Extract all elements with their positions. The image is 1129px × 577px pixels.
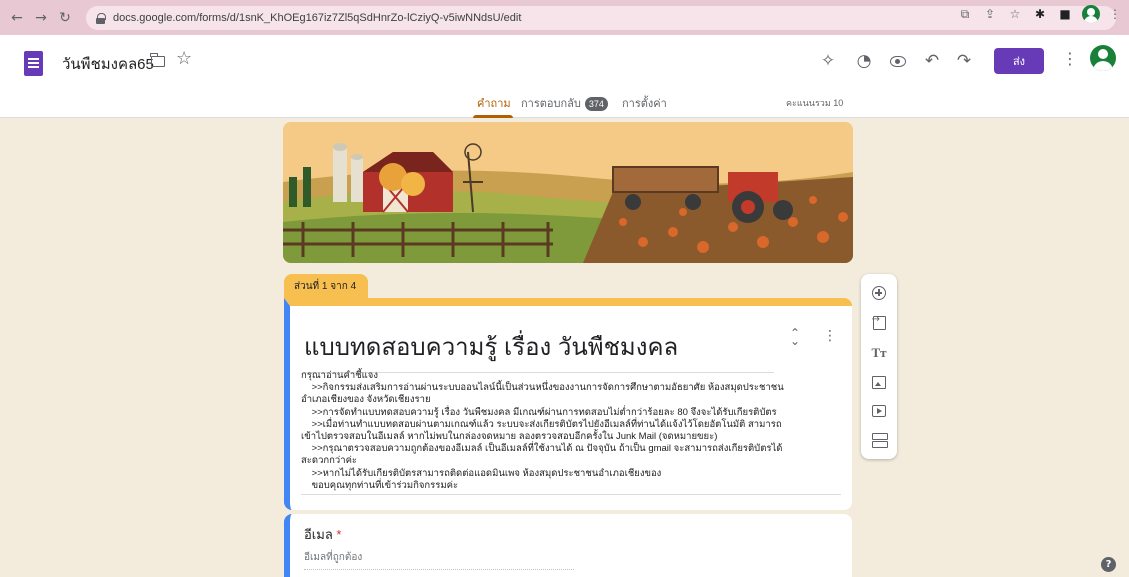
- add-image-button[interactable]: [870, 373, 888, 391]
- translate-icon[interactable]: ⧉: [957, 6, 973, 22]
- description-line: >>กิจกรรมส่งเสริมการอ่านผ่านระบบออนไลน์น…: [301, 382, 784, 394]
- email-question-card[interactable]: อีเมล * อีเมลที่ถูกต้อง: [284, 514, 852, 577]
- preview-button[interactable]: [886, 49, 910, 73]
- required-asterisk: *: [336, 527, 342, 542]
- active-tab-indicator: [473, 115, 513, 118]
- email-field[interactable]: อีเมลที่ถูกต้อง: [304, 550, 574, 570]
- email-label: อีเมล *: [304, 524, 341, 545]
- google-forms-logo-icon[interactable]: [24, 51, 43, 76]
- total-points: คะแนนรวม 10: [786, 98, 844, 108]
- more-options-icon[interactable]: ⋮: [1062, 49, 1078, 68]
- responses-count-badge: 374: [584, 97, 608, 111]
- add-title-icon: Tт: [871, 345, 887, 360]
- add-video-icon: [872, 405, 886, 417]
- add-image-icon: [872, 375, 886, 389]
- description-line: >>กรุณาตรวจสอบความถูกต้องของอีเมลล์ เป็น…: [301, 443, 783, 455]
- help-icon[interactable]: ?: [1101, 557, 1116, 572]
- form-description[interactable]: กรุณาอ่านคำชี้แจง >>กิจกรรมส่งเสริมการอ่…: [301, 370, 841, 496]
- avatar[interactable]: [1090, 45, 1116, 71]
- question-toolbar: Tт: [861, 274, 897, 459]
- form-title-card[interactable]: แบบทดสอบความรู้ เรื่อง วันพืชมงคล ⌃ ⌄ ⋮ ก…: [284, 298, 852, 510]
- forward-icon[interactable]: →: [30, 7, 52, 29]
- collapse-section-icon[interactable]: ⌃ ⌄: [790, 327, 800, 347]
- tab-settings[interactable]: การตั้งค่า: [622, 94, 667, 112]
- add-section-button[interactable]: [870, 430, 888, 448]
- form-title[interactable]: แบบทดสอบความรู้ เรื่อง วันพืชมงคล: [304, 327, 774, 373]
- description-line: >>เมื่อท่านทำแบบทดสอบผ่านตามเกณฑ์แล้ว ระ…: [301, 418, 782, 430]
- tab-questions[interactable]: คำถาม: [477, 94, 511, 112]
- window-icon[interactable]: ■: [1057, 6, 1073, 22]
- add-question-icon: [872, 286, 886, 300]
- editor-tabs: คำถาม การตอบกลับ 374 การตั้งค่า คะแนนรวม …: [0, 90, 1129, 118]
- description-line: อำเภอเชียงของ จังหวัดเชียงราย: [301, 394, 431, 406]
- send-button[interactable]: ส่ง: [994, 48, 1044, 74]
- customize-theme-icon[interactable]: ✧: [816, 49, 840, 73]
- browser-profile-icon[interactable]: [1082, 5, 1100, 23]
- star-icon[interactable]: ☆: [176, 48, 192, 69]
- bookmark-star-icon[interactable]: ☆: [1007, 6, 1023, 22]
- extensions-icon[interactable]: ✱: [1032, 6, 1048, 22]
- add-question-button[interactable]: [870, 284, 888, 302]
- reload-icon[interactable]: ↻: [54, 7, 76, 29]
- tab-responses-label: การตอบกลับ: [521, 98, 581, 110]
- browser-actions: ⧉ ⇪ ☆ ✱ ■ ⋮: [957, 5, 1121, 23]
- description-line: ขอบคุณทุกท่านที่เข้าร่วมกิจกรรมค่ะ: [301, 479, 459, 491]
- move-to-folder-icon[interactable]: [150, 53, 165, 67]
- undo-icon[interactable]: ↶: [920, 49, 944, 73]
- tab-responses[interactable]: การตอบกลับ 374: [521, 94, 608, 112]
- document-title[interactable]: วันพืชมงคล65: [62, 52, 154, 76]
- browser-chrome: ← → ↻ docs.google.com/forms/d/1snK_KhOEg…: [0, 0, 1129, 35]
- farm-illustration: [283, 122, 853, 263]
- section-indicator: ส่วนที่ 1 จาก 4: [284, 274, 368, 298]
- section-more-icon[interactable]: ⋮: [823, 328, 837, 344]
- description-line: สะดวกกว่าค่ะ: [301, 455, 358, 467]
- lock-icon: [96, 13, 106, 24]
- url-text: docs.google.com/forms/d/1snK_KhOEg167iz7…: [113, 12, 522, 24]
- add-video-button[interactable]: [870, 402, 888, 420]
- add-title-button[interactable]: Tт: [870, 344, 888, 362]
- description-line: >>การจัดทำแบบทดสอบความรู้ เรื่อง วันพืชม…: [301, 406, 777, 418]
- redo-icon[interactable]: ↷: [952, 49, 976, 73]
- back-icon[interactable]: ←: [6, 7, 28, 29]
- add-section-icon: [872, 432, 888, 448]
- share-icon[interactable]: ⇪: [982, 6, 998, 22]
- description-line: เข้าไปตรวจสอบในอีเมลล์ หากไม่พบในกล่องจด…: [301, 431, 718, 443]
- email-label-text: อีเมล: [304, 527, 333, 542]
- import-questions-button[interactable]: [870, 314, 888, 332]
- palette-icon[interactable]: ◔: [852, 49, 876, 73]
- preview-eye-icon: [890, 55, 906, 67]
- description-line: >>หากไม่ได้รับเกียรติบัตรสามารถติดต่อแอด…: [301, 467, 662, 479]
- header-banner-image: [283, 122, 853, 263]
- browser-menu-icon[interactable]: ⋮: [1109, 8, 1121, 20]
- import-questions-icon: [872, 314, 886, 330]
- description-line: กรุณาอ่านคำชี้แจง: [301, 370, 379, 381]
- forms-header: วันพืชมงคล65 ☆ ✧ ◔ ↶ ↷ ส่ง ⋮ คำถาม การตอ…: [0, 35, 1129, 118]
